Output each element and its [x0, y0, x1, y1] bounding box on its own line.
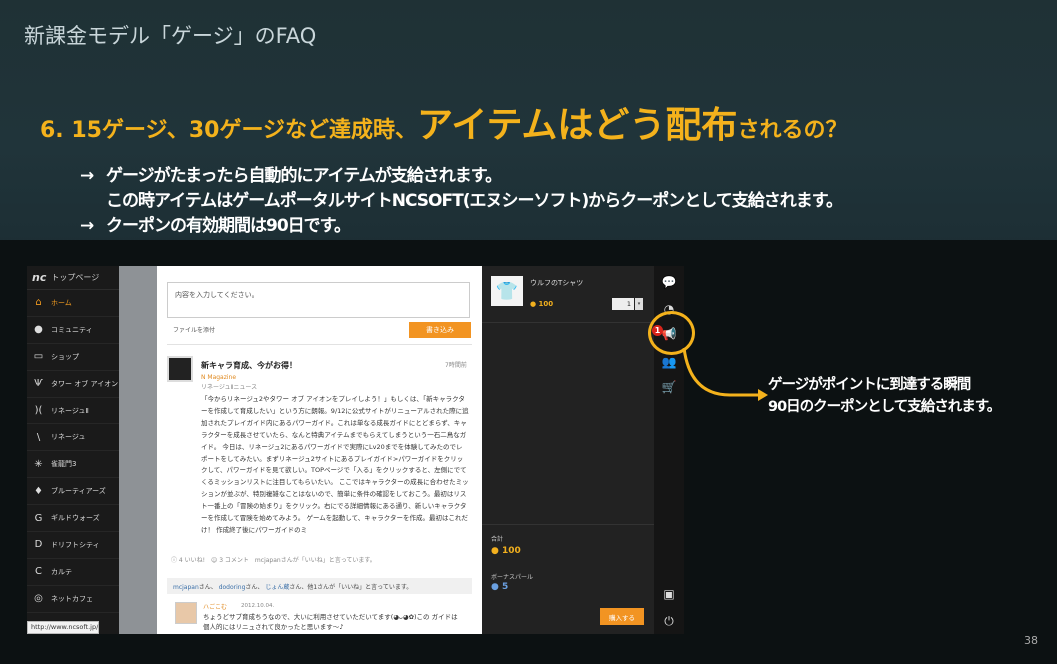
- callout-text: ゲージがポイントに到達する瞬間 90日のクーポンとして支給されます。: [768, 374, 1001, 418]
- callout-line: ゲージがポイントに到達する瞬間: [768, 377, 971, 393]
- callout-arrow: [682, 347, 768, 401]
- page-number: 38: [1024, 634, 1038, 647]
- callout-line: 90日のクーポンとして支給されます。: [768, 399, 1001, 415]
